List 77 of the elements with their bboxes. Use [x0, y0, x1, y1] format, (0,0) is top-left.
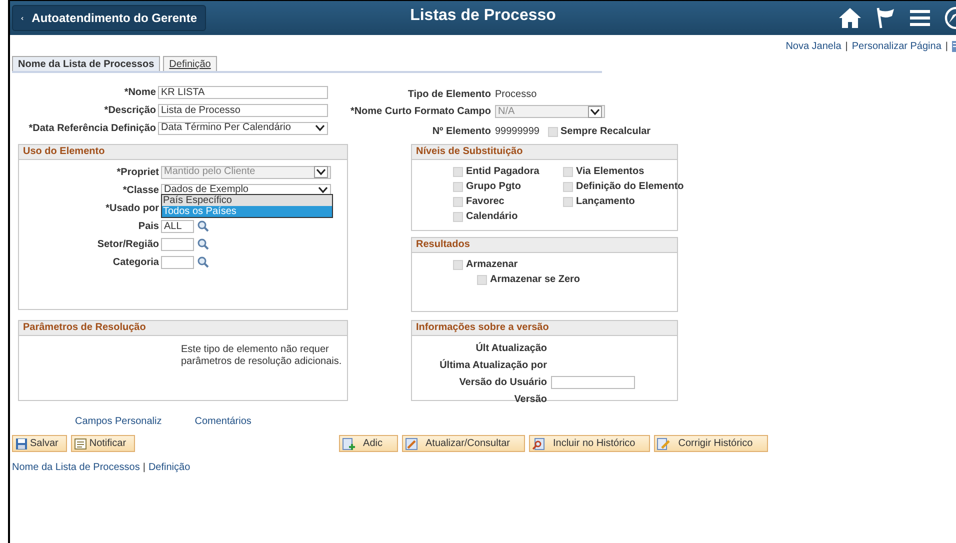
save-icon	[15, 438, 28, 450]
caret-icon	[590, 108, 600, 116]
field-label: Pais	[137, 220, 159, 232]
document-icon	[74, 438, 88, 450]
caret-icon	[315, 124, 325, 132]
input-field[interactable]: KR LISTA	[158, 86, 328, 98]
info-text: Este tipo de elemento não requer parâmetros de resolução adicionais.	[181, 344, 343, 368]
input-field[interactable]	[161, 256, 194, 268]
input-field[interactable]: ALL	[161, 220, 194, 232]
magnifier-page-icon	[532, 438, 545, 450]
field-value: 99999999	[495, 126, 540, 137]
field-label: *Nome Curto Formato Campo	[349, 106, 491, 117]
field-label: *Classe	[122, 184, 159, 196]
field-label: Setor/Região	[96, 238, 159, 250]
page-link[interactable]: Definição	[148, 462, 190, 473]
checkbox-label: Calendário	[466, 211, 518, 222]
pencil-icon	[404, 438, 418, 450]
section-title: Informações sobre a versão	[412, 321, 677, 336]
toolbar-button[interactable]: Corrigir Histórico	[654, 435, 768, 452]
field-label: Última Atualização por	[438, 360, 547, 371]
checkbox-label: Armazenar se Zero	[490, 274, 580, 285]
link-separator: |	[945, 41, 948, 52]
page-link[interactable]: Campos Personaliz	[75, 416, 162, 427]
page-link[interactable]: Personalizar Página	[852, 41, 942, 52]
input-field[interactable]	[161, 238, 194, 250]
tab[interactable]: Nome da Lista de Processos	[12, 56, 160, 71]
toolbar-button[interactable]: Notificar	[71, 435, 136, 452]
edit-page-icon	[657, 438, 670, 450]
toolbar-button[interactable]: Salvar	[12, 435, 68, 452]
link-separator: |	[845, 41, 848, 52]
field-label: Versão	[513, 394, 547, 405]
link-separator: |	[142, 462, 146, 473]
field-label: Tipo de Elemento	[406, 89, 491, 100]
search-icon	[197, 220, 209, 232]
field-label: Últ Atualização	[474, 343, 547, 354]
checkbox-label: Via Elementos	[576, 166, 644, 177]
dropdown-field[interactable]: Data Término Per Calendário	[158, 122, 328, 134]
search-icon	[197, 238, 209, 250]
field-label: Nº Elemento	[431, 126, 491, 137]
toolbar-button[interactable]: Incluir no Histórico	[528, 435, 650, 452]
toolbar-button[interactable]: Atualizar/Consultar	[402, 435, 525, 452]
home-icon[interactable]	[838, 7, 862, 29]
section-title: Uso do Elemento	[19, 145, 347, 160]
grid-icon	[952, 41, 956, 52]
checkbox-label: Armazenar	[466, 259, 518, 270]
checkbox-label: Definição do Elemento	[576, 181, 684, 192]
input-field[interactable]: Lista de Processo	[158, 104, 328, 116]
section-title: Parâmetros de Resolução	[19, 321, 347, 336]
field-label: Versão do Usuário	[458, 377, 547, 388]
dropdown-option[interactable]: País Específico	[162, 194, 332, 206]
field-value: Processo	[495, 89, 537, 100]
tab[interactable]: Definição	[163, 56, 217, 71]
add-page-icon	[342, 438, 356, 450]
checkbox-label: Favorec	[466, 196, 504, 207]
section-title: Níveis de Substituição	[412, 145, 677, 160]
toolbar-button[interactable]: Adic	[339, 435, 398, 452]
search-icon	[197, 256, 209, 268]
field-label: *Nome	[123, 86, 156, 98]
field-label: *Usado por	[104, 202, 159, 214]
flag-icon[interactable]	[876, 7, 896, 29]
back-button[interactable]: Autoatendimento do Gerente	[12, 5, 206, 31]
page-link[interactable]: Comentários	[194, 416, 252, 427]
field-label: Categoria	[112, 256, 159, 268]
checkbox-label: Entid Pagadora	[466, 166, 540, 177]
field-label: *Data Referência Definição	[28, 122, 156, 134]
page-link[interactable]: Nome da Lista de Processos	[12, 462, 140, 473]
page-title: Listas de Processo	[410, 7, 556, 24]
field-label: *Propriet	[116, 166, 159, 178]
menu-icon[interactable]	[910, 9, 930, 27]
field-label: *Descrição	[103, 104, 156, 116]
compass-icon[interactable]	[944, 6, 956, 30]
input-field[interactable]	[551, 376, 635, 389]
checkbox-label: Sempre Recalcular	[560, 126, 651, 137]
page-link[interactable]: Nova Janela	[786, 41, 842, 52]
section-title: Resultados	[412, 238, 677, 253]
checkbox-label: Grupo Pgto	[466, 181, 521, 192]
checkbox-label: Lançamento	[576, 196, 635, 207]
